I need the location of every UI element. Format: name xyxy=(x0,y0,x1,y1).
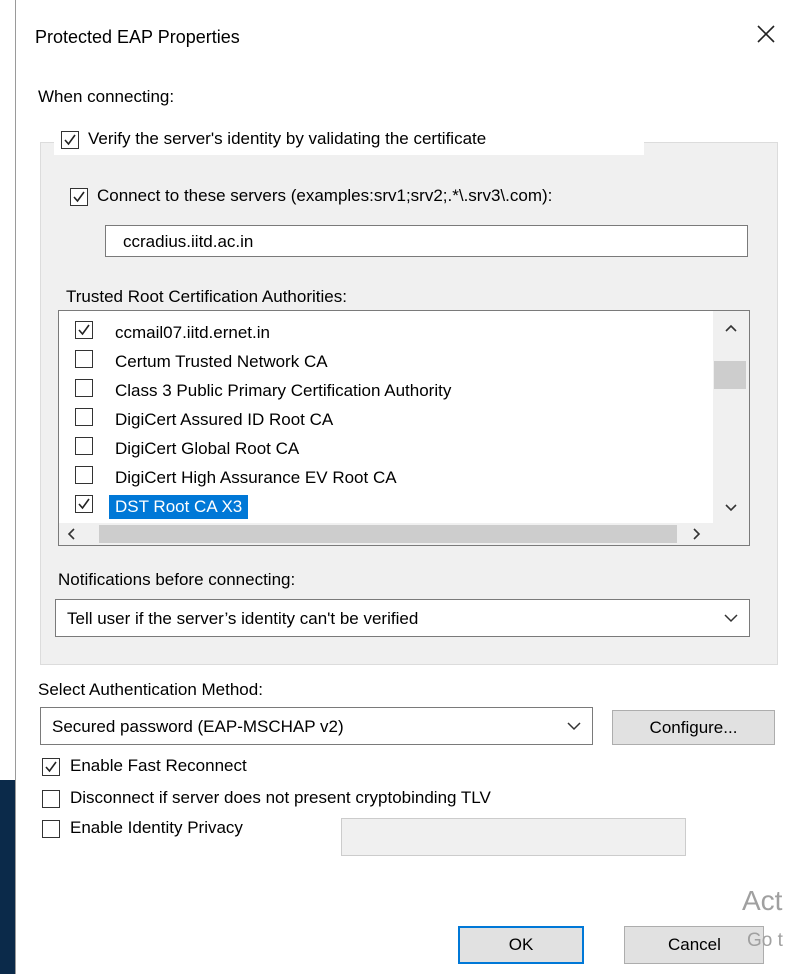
vertical-scroll-thumb[interactable] xyxy=(714,361,746,389)
cancel-label: Cancel xyxy=(668,935,721,954)
list-item[interactable]: ccmail07.iitd.ernet.in xyxy=(67,317,707,346)
horizontal-scroll-thumb[interactable] xyxy=(99,525,677,543)
scroll-down-icon[interactable] xyxy=(724,503,738,513)
checkmark-icon xyxy=(73,191,85,203)
fast-reconnect-checkbox[interactable] xyxy=(42,758,60,776)
root-label: ccmail07.iitd.ernet.in xyxy=(115,323,270,342)
connect-servers-label: Connect to these servers (examples:srv1;… xyxy=(97,186,553,205)
trusted-roots-label: Trusted Root Certification Authorities: xyxy=(66,287,347,306)
root-checkbox[interactable] xyxy=(75,350,93,368)
list-item[interactable]: DigiCert Assured ID Root CA xyxy=(67,404,707,433)
auth-method-dropdown[interactable]: Secured password (EAP-MSCHAP v2) xyxy=(40,707,593,745)
root-label: DigiCert Global Root CA xyxy=(115,439,300,458)
chevron-down-icon xyxy=(567,722,581,731)
chevron-down-icon xyxy=(724,614,738,623)
checkmark-icon xyxy=(45,761,57,773)
list-item[interactable]: DigiCert Global Root CA xyxy=(67,433,707,462)
close-icon[interactable] xyxy=(752,20,780,48)
checkmark-icon xyxy=(64,134,76,146)
ok-button[interactable]: OK xyxy=(458,926,584,964)
dialog-title: Protected EAP Properties xyxy=(35,27,240,47)
scroll-up-icon[interactable] xyxy=(724,323,738,333)
scroll-corner xyxy=(713,523,749,545)
verify-identity-checkbox[interactable] xyxy=(61,131,79,149)
notifications-value: Tell user if the server’s identity can't… xyxy=(67,609,419,628)
root-label: Class 3 Public Primary Certification Aut… xyxy=(115,381,452,400)
checkmark-icon xyxy=(78,498,90,510)
root-checkbox[interactable] xyxy=(75,466,93,484)
cancel-button[interactable]: Cancel xyxy=(624,926,764,964)
notifications-dropdown[interactable]: Tell user if the server’s identity can't… xyxy=(55,599,750,637)
list-item-selected[interactable]: DST Root CA X3 xyxy=(67,491,707,520)
desktop-background xyxy=(0,780,15,974)
root-checkbox[interactable] xyxy=(75,321,93,339)
cryptobinding-label: Disconnect if server does not present cr… xyxy=(70,788,491,807)
verify-identity-label: Verify the server's identity by validati… xyxy=(88,129,487,148)
root-label: DigiCert High Assurance EV Root CA xyxy=(115,468,397,487)
root-checkbox[interactable] xyxy=(75,379,93,397)
activation-watermark-line2: Go t xyxy=(747,930,783,951)
scroll-left-icon[interactable] xyxy=(67,528,77,540)
root-checkbox[interactable] xyxy=(75,408,93,426)
identity-privacy-input[interactable] xyxy=(341,818,686,856)
root-label: Certum Trusted Network CA xyxy=(115,352,328,371)
when-connecting-heading: When connecting: xyxy=(38,87,175,106)
notifications-label: Notifications before connecting: xyxy=(58,570,296,589)
list-item[interactable]: Certum Trusted Network CA xyxy=(67,346,707,375)
trusted-roots-list[interactable]: ccmail07.iitd.ernet.in Certum Trusted Ne… xyxy=(58,310,750,546)
scroll-right-icon[interactable] xyxy=(691,528,701,540)
identity-privacy-checkbox[interactable] xyxy=(42,820,60,838)
servers-input[interactable]: ccradius.iitd.ac.in xyxy=(105,225,748,257)
configure-button[interactable]: Configure... xyxy=(612,710,775,745)
root-checkbox[interactable] xyxy=(75,495,93,513)
auth-method-label: Select Authentication Method: xyxy=(38,680,263,699)
activation-watermark-line1: Act xyxy=(742,885,783,916)
fast-reconnect-label: Enable Fast Reconnect xyxy=(70,756,247,775)
list-item[interactable]: Class 3 Public Primary Certification Aut… xyxy=(67,375,707,404)
root-label: DST Root CA X3 xyxy=(109,495,249,519)
checkmark-icon xyxy=(78,324,90,336)
list-item[interactable]: DigiCert High Assurance EV Root CA xyxy=(67,462,707,491)
horizontal-scrollbar[interactable] xyxy=(59,523,713,545)
identity-privacy-label: Enable Identity Privacy xyxy=(70,818,243,837)
connect-servers-checkbox[interactable] xyxy=(70,188,88,206)
vertical-scrollbar[interactable] xyxy=(713,311,749,523)
root-label: DigiCert Assured ID Root CA xyxy=(115,410,334,429)
cryptobinding-checkbox[interactable] xyxy=(42,790,60,808)
root-checkbox[interactable] xyxy=(75,437,93,455)
auth-method-value: Secured password (EAP-MSCHAP v2) xyxy=(52,717,344,736)
